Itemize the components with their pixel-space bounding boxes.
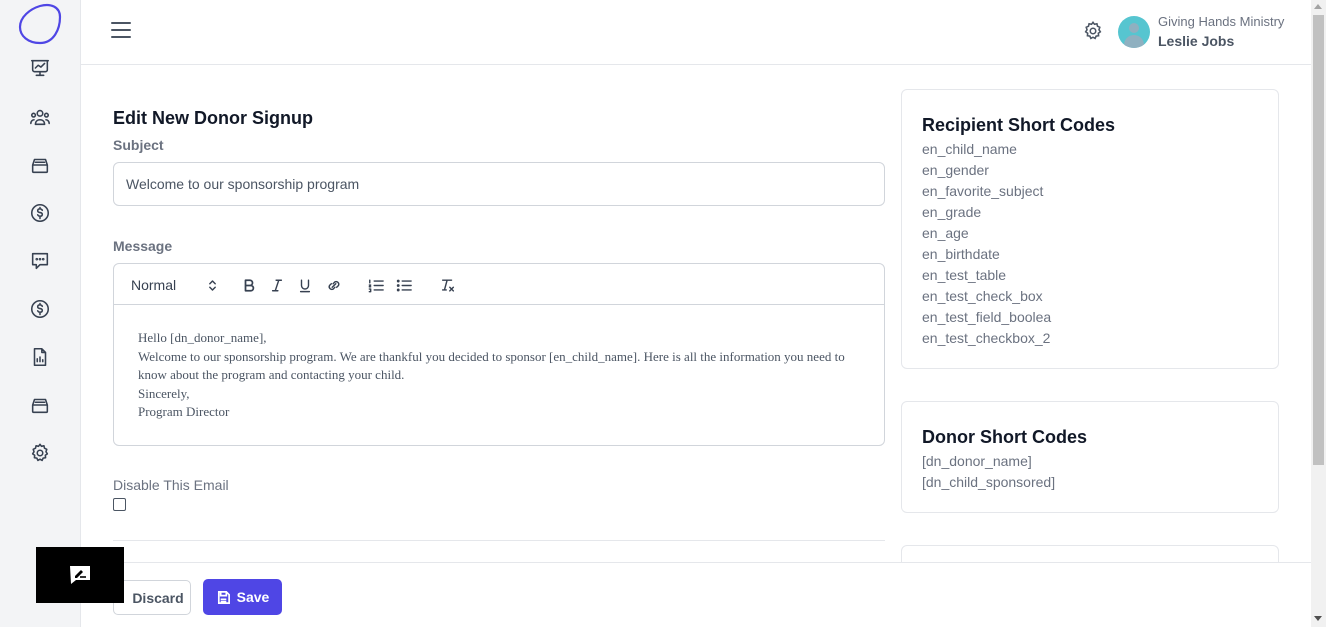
chat-bubble-icon — [31, 252, 49, 270]
bullet-list-button[interactable] — [395, 275, 413, 295]
app-root: Giving Hands Ministry Leslie Jobs Edit N… — [0, 0, 1326, 627]
subject-label: Subject — [113, 137, 164, 153]
short-code-item[interactable]: en_child_name — [922, 139, 1051, 160]
feedback-button[interactable] — [36, 547, 124, 603]
short-code-item[interactable]: en_favorite_subject — [922, 181, 1051, 202]
subject-input[interactable] — [113, 162, 885, 206]
format-select-value: Normal — [131, 277, 177, 293]
sidebar-item-archive[interactable] — [28, 393, 52, 417]
short-code-item[interactable]: en_gender — [922, 160, 1051, 181]
logo[interactable] — [18, 3, 62, 45]
short-code-item[interactable]: [dn_donor_name] — [922, 451, 1055, 472]
clear-format-icon — [441, 278, 455, 292]
short-code-item[interactable]: en_test_check_box — [922, 286, 1051, 307]
page-scrollbar[interactable] — [1311, 0, 1326, 627]
scrollbar-thumb[interactable] — [1313, 15, 1324, 465]
message-line: Program Director — [138, 404, 230, 420]
underline-button[interactable] — [297, 275, 313, 295]
sidebar-item-people[interactable] — [28, 105, 52, 129]
currency-dollar-icon — [30, 299, 50, 319]
sidebar-item-dashboard[interactable] — [28, 56, 52, 80]
italic-icon — [271, 279, 283, 291]
format-select[interactable]: Normal — [131, 275, 217, 295]
link-button[interactable] — [324, 275, 344, 295]
sidebar-item-reports[interactable] — [28, 345, 52, 369]
save-icon — [217, 590, 230, 604]
link-icon — [328, 280, 340, 290]
donor-short-codes-card: Donor Short Codes [dn_donor_name] [dn_ch… — [901, 401, 1279, 513]
bold-button[interactable] — [241, 275, 257, 295]
updown-chevron-icon — [209, 279, 216, 291]
recipient-short-codes-list: en_child_name en_gender en_favorite_subj… — [922, 139, 1051, 349]
sidebar-item-payments[interactable] — [28, 297, 52, 321]
disable-email-checkbox[interactable] — [113, 498, 126, 511]
short-code-item[interactable]: en_test_field_boolea — [922, 307, 1051, 328]
short-code-item[interactable]: en_grade — [922, 202, 1051, 223]
ordered-list-icon — [368, 278, 384, 292]
top-header: Giving Hands Ministry Leslie Jobs — [81, 0, 1311, 65]
short-code-item[interactable]: en_age — [922, 223, 1051, 244]
sidebar-item-donations[interactable] — [28, 201, 52, 225]
sidebar — [0, 0, 81, 627]
settings-gear-icon[interactable] — [1082, 20, 1106, 44]
short-code-item[interactable]: [dn_child_sponsored] — [922, 472, 1055, 493]
user-name[interactable]: Leslie Jobs — [1158, 33, 1234, 49]
menu-toggle-icon[interactable] — [111, 22, 131, 40]
divider — [113, 540, 885, 541]
organization-name: Giving Hands Ministry — [1158, 14, 1285, 29]
short-code-item[interactable]: en_test_checkbox_2 — [922, 328, 1051, 349]
scroll-down-arrow-icon[interactable] — [1314, 616, 1322, 621]
discard-button[interactable]: Discard — [113, 580, 191, 615]
sidebar-item-messages[interactable] — [28, 249, 52, 273]
recipient-short-codes-title: Recipient Short Codes — [922, 115, 1116, 135]
short-code-item[interactable]: en_birthdate — [922, 244, 1051, 265]
save-button[interactable]: Save — [203, 579, 282, 615]
presentation-chart-icon — [30, 59, 50, 77]
discard-label: Discard — [132, 589, 184, 606]
message-body[interactable]: Hello [dn_donor_name], Welcome to our sp… — [138, 329, 858, 422]
save-label: Save — [236, 589, 270, 605]
sidebar-item-inbox[interactable] — [28, 153, 52, 177]
bold-icon — [244, 278, 255, 292]
short-code-item[interactable]: en_test_table — [922, 265, 1051, 286]
page-title: Edit New Donor Signup — [113, 108, 313, 128]
editor-toolbar: Normal — [114, 264, 884, 305]
document-chart-icon — [33, 347, 47, 367]
recipient-short-codes-card: Recipient Short Codes en_child_name en_g… — [901, 89, 1279, 369]
message-line: Sincerely, — [138, 385, 190, 401]
feedback-icon — [70, 566, 90, 584]
underline-icon — [299, 279, 311, 292]
clear-format-button[interactable] — [439, 275, 457, 295]
disable-email-label: Disable This Email — [113, 477, 229, 493]
ordered-list-button[interactable] — [367, 275, 385, 295]
message-editor[interactable]: Normal Hello [dn_donor_name], Welcome to… — [113, 263, 885, 446]
italic-button[interactable] — [269, 275, 285, 295]
message-label: Message — [113, 238, 173, 254]
avatar[interactable] — [1118, 16, 1150, 48]
currency-dollar-icon — [30, 203, 50, 223]
inbox-stack-icon — [31, 398, 49, 414]
inbox-stack-icon — [31, 158, 49, 174]
gear-icon — [31, 443, 49, 462]
scroll-up-arrow-icon[interactable] — [1314, 4, 1322, 9]
sidebar-item-settings[interactable] — [28, 441, 52, 465]
donor-short-codes-list: [dn_donor_name] [dn_child_sponsored] — [922, 451, 1055, 493]
bullet-list-icon — [396, 279, 412, 291]
message-line: Hello [dn_donor_name], — [138, 330, 267, 345]
message-line: Welcome to our sponsorship program. We a… — [138, 348, 845, 383]
donor-short-codes-title: Donor Short Codes — [922, 427, 1087, 447]
user-group-icon — [30, 109, 50, 126]
